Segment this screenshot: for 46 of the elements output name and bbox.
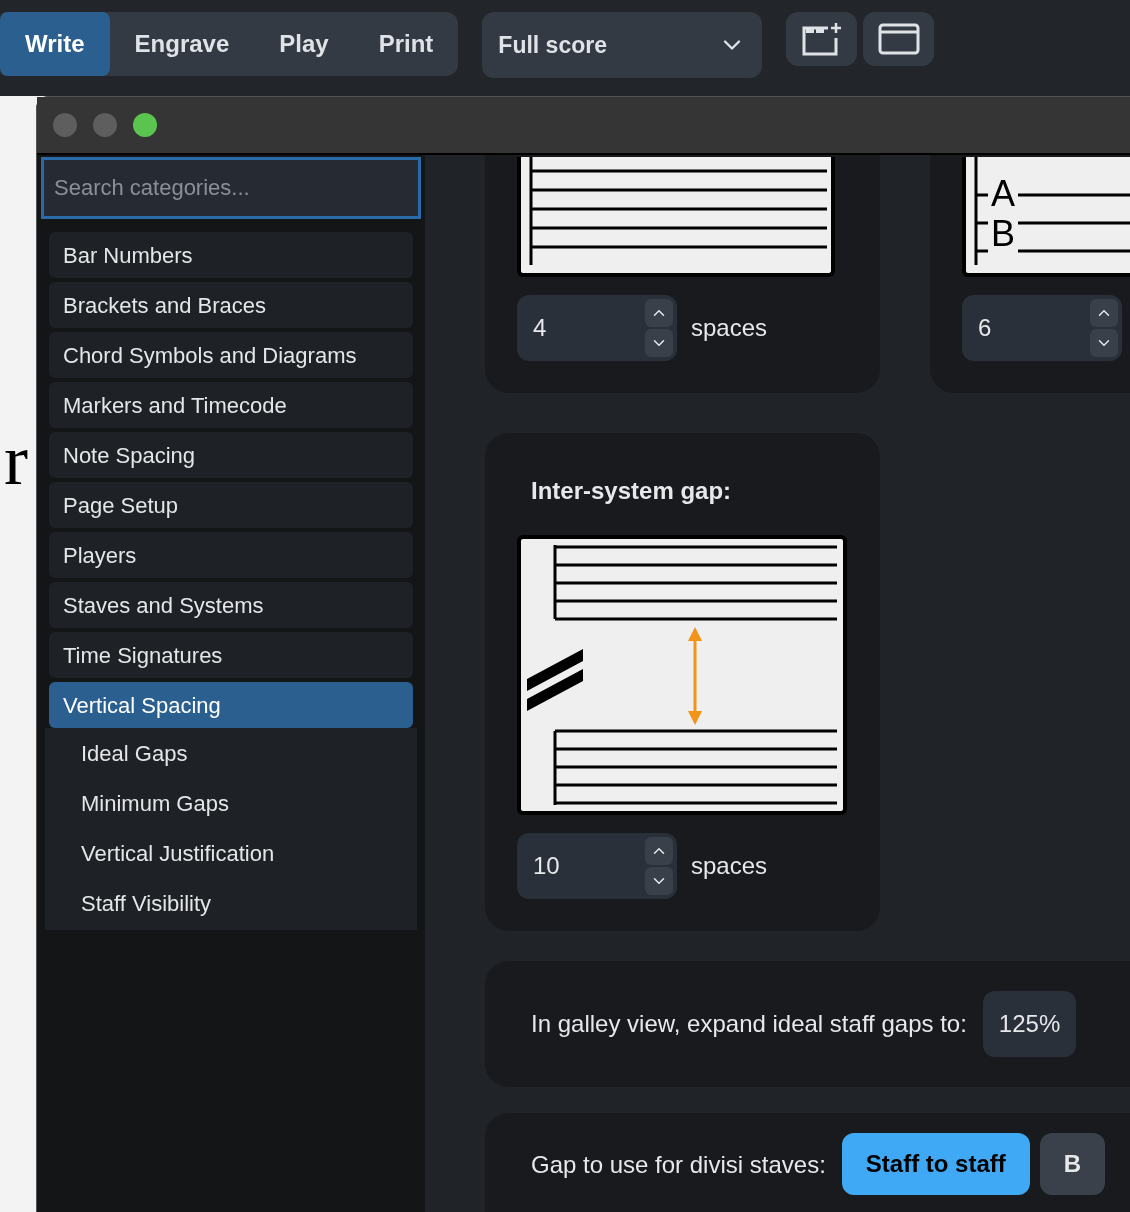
category-item[interactable]: Players <box>49 532 413 578</box>
option-button[interactable]: B <box>1039 1133 1106 1195</box>
setting-label: Inter-system gap: <box>530 476 733 506</box>
subcategory-item[interactable]: Vertical Justification <box>45 828 417 878</box>
score-text: r <box>4 419 28 502</box>
increment-button[interactable] <box>645 299 673 327</box>
category-item[interactable]: Chord Symbols and Diagrams <box>49 332 413 378</box>
mode-tab[interactable]: Write <box>0 12 110 76</box>
stepper-value: 6 <box>978 313 992 343</box>
category-item[interactable]: Page Setup <box>49 482 413 528</box>
category-item[interactable]: Markers and Timecode <box>49 382 413 428</box>
window-icon <box>877 22 920 56</box>
subcategory-item[interactable]: Ideal Gaps <box>45 728 417 778</box>
new-window-button[interactable] <box>786 12 858 66</box>
stepper-value: 10 <box>533 851 560 881</box>
category-item[interactable]: Brackets and Braces <box>49 282 413 328</box>
number-stepper[interactable]: 4 <box>517 295 677 361</box>
new-window-icon <box>800 22 843 56</box>
number-stepper[interactable]: 6 <box>962 295 1122 361</box>
subcategory-item[interactable]: Staff Visibility <box>45 878 417 928</box>
unit-label: spaces <box>691 313 768 343</box>
window-button[interactable] <box>863 12 935 66</box>
category-item[interactable]: Bar Numbers <box>49 232 413 278</box>
number-stepper[interactable]: 10 <box>517 833 677 899</box>
mode-tab[interactable]: Print <box>353 12 459 76</box>
mode-tab[interactable]: Engrave <box>109 12 255 76</box>
percentage-field[interactable]: 125% <box>982 991 1077 1057</box>
increment-button[interactable] <box>645 837 673 865</box>
search-field[interactable]: Search categories... <box>41 157 421 219</box>
dropdown-value: Full score <box>498 30 607 60</box>
option-button[interactable]: Staff to staff <box>841 1133 1030 1195</box>
subcategory-item[interactable]: Minimum Gaps <box>45 778 417 828</box>
unit-label: spaces <box>691 851 768 881</box>
category-item[interactable]: Time Signatures <box>49 632 413 678</box>
setting-label: Gap to use for divisi staves: <box>531 1150 826 1180</box>
setting-label: In galley view, expand ideal staff gaps to: <box>531 1009 967 1039</box>
category-item[interactable]: Vertical Spacing <box>49 682 413 728</box>
decrement-button[interactable] <box>645 867 673 895</box>
increment-button[interactable] <box>1090 299 1118 327</box>
category-item[interactable]: Note Spacing <box>49 432 413 478</box>
decrement-button[interactable] <box>645 329 673 357</box>
mode-tab[interactable]: Play <box>254 12 354 76</box>
stepper-value: 4 <box>533 313 547 343</box>
decrement-button[interactable] <box>1090 329 1118 357</box>
layout-dropdown[interactable]: Full score <box>482 12 763 78</box>
category-item[interactable]: Staves and Systems <box>49 582 413 628</box>
